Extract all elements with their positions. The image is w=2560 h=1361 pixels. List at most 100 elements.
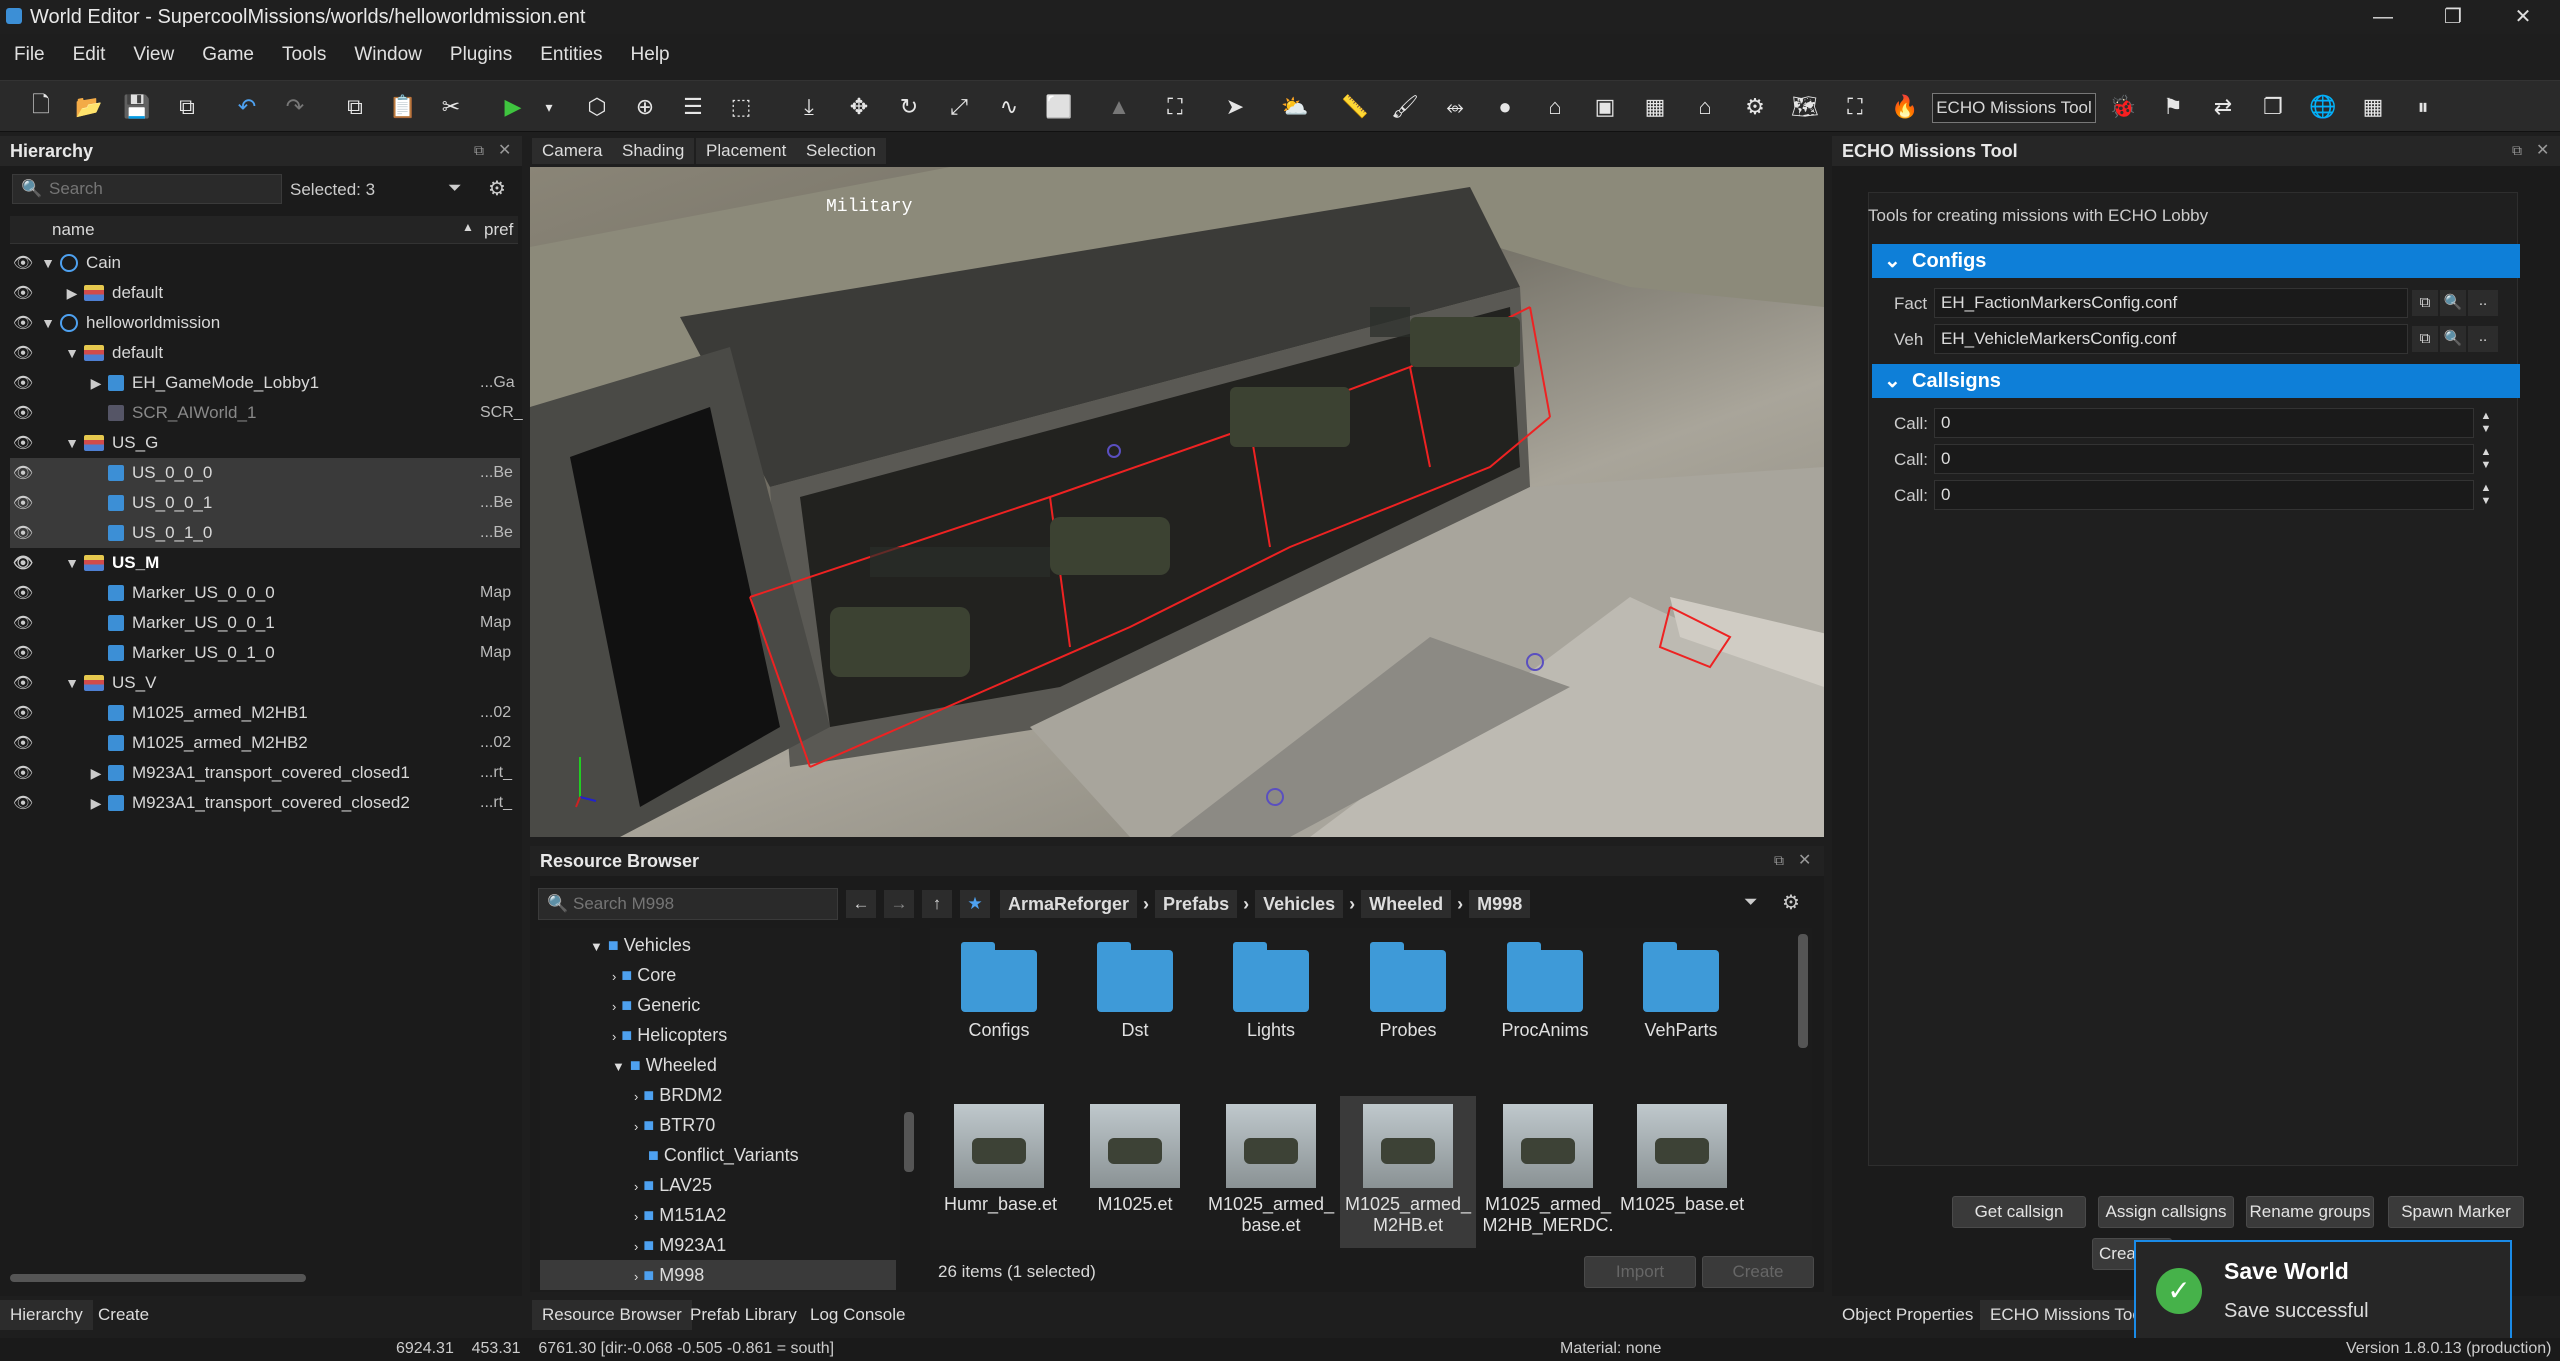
callsign-field-1[interactable]: 0 [1934, 408, 2474, 438]
asset-m1025-armed-base[interactable]: M1025_armed_ base.et [1208, 1104, 1334, 1236]
tab-echo-missions-tool[interactable]: ECHO Missions Tool [1980, 1300, 2156, 1330]
asset-m1025[interactable]: M1025.et [1080, 1104, 1190, 1215]
eye-icon[interactable]: 👁 [10, 313, 36, 333]
back-arrow-icon[interactable]: ← [846, 890, 876, 918]
faction-config-field[interactable]: EH_FactionMarkersConfig.conf [1934, 288, 2408, 318]
tree-item-generic[interactable]: › ■ Generic [540, 990, 900, 1020]
callsign-field-3[interactable]: 0 [1934, 480, 2474, 510]
open-folder-icon[interactable]: 📂 [70, 89, 108, 125]
gear-icon[interactable]: ⚙ [488, 176, 506, 201]
fire-icon[interactable]: 🔥 [1886, 89, 1924, 125]
tree-row-cain[interactable]: 👁 ▼ Cain [10, 248, 520, 278]
menu-tools[interactable]: Tools [268, 44, 340, 66]
menu-game[interactable]: Game [188, 44, 268, 66]
column-pref[interactable]: pref [484, 220, 513, 240]
viewport-tab-shading[interactable]: Shading [612, 138, 695, 164]
close-panel-icon[interactable]: ✕ [2536, 140, 2549, 160]
breadcrumb-item[interactable]: M998 [1469, 890, 1531, 918]
tree-row-us-0-0-1[interactable]: 👁 US_0_0_1 ...Be [10, 488, 520, 518]
echo-missions-tool-button[interactable]: ECHO Missions Tool [1932, 93, 2096, 123]
asset-humr-base[interactable]: Humr_base.et [944, 1104, 1057, 1215]
curve-icon[interactable]: ∿ [990, 89, 1028, 125]
chevron-right-icon[interactable]: ▶ [84, 765, 108, 782]
forward-arrow-icon[interactable]: → [884, 890, 914, 918]
chevron-down-icon[interactable]: ▼ [60, 435, 84, 451]
gear-icon[interactable]: ⚙ [1782, 890, 1800, 915]
tree-row-marker-0-0-0[interactable]: 👁 Marker_US_0_0_0 Map [10, 578, 520, 608]
tree-item-brdm2[interactable]: › ■ BRDM2 [540, 1080, 900, 1110]
tree-row-m923a1-2[interactable]: 👁 ▶ M923A1_transport_covered_closed2 ...rt_ [10, 788, 520, 818]
brush-icon[interactable]: 🖌 [1386, 89, 1424, 125]
search-icon[interactable]: 🔍 [2440, 326, 2466, 352]
viewport-tab-camera[interactable]: Camera [532, 138, 613, 164]
navigate-icon[interactable]: ➤ [1216, 89, 1254, 125]
tree-row-marker-0-1-0[interactable]: 👁 Marker_US_0_1_0 Map [10, 638, 520, 668]
move-icon[interactable]: ✥ [840, 89, 878, 125]
eye-icon[interactable]: 👁 [10, 643, 36, 663]
redo-icon[interactable]: ↷ [276, 89, 314, 125]
terrain-icon[interactable]: ▲ [1100, 89, 1138, 125]
play-icon[interactable]: ▶ [494, 89, 532, 125]
eye-icon[interactable]: 👁 [10, 433, 36, 453]
browse-button[interactable]: .. [2468, 326, 2498, 352]
breadcrumb-item[interactable]: Wheeled [1361, 890, 1452, 918]
tree-row-us-v[interactable]: 👁 ▼ US_V [10, 668, 520, 698]
favorite-star-icon[interactable]: ★ [960, 890, 990, 918]
chevron-down-icon[interactable]: ▼ [60, 675, 84, 691]
filter-icon[interactable]: ⏷ [1744, 892, 1758, 912]
tree-row-default-layer[interactable]: 👁 ▼ default [10, 338, 520, 368]
eye-icon[interactable]: 👁 [10, 343, 36, 363]
search-icon[interactable]: 🔍 [2440, 290, 2466, 316]
import-button[interactable]: Import [1584, 1256, 1696, 1288]
spawn-marker-button[interactable]: Spawn Marker [2388, 1196, 2524, 1228]
tree-row-aiworld[interactable]: 👁 SCR_AIWorld_1 SCR_ [10, 398, 523, 428]
eye-icon[interactable]: 👁 [10, 583, 36, 603]
menu-edit[interactable]: Edit [59, 44, 120, 66]
chevron-right-icon[interactable]: ▶ [60, 285, 84, 302]
tab-object-properties[interactable]: Object Properties [1832, 1300, 1983, 1330]
eye-icon[interactable]: 👁 [10, 373, 36, 393]
save-icon[interactable]: 💾 [118, 89, 156, 125]
menu-window[interactable]: Window [340, 44, 436, 66]
building-icon[interactable]: ▦ [1636, 89, 1674, 125]
tab-hierarchy[interactable]: Hierarchy [0, 1300, 93, 1330]
menu-file[interactable]: File [0, 44, 59, 66]
hierarchy-search[interactable]: 🔍 [12, 174, 282, 204]
breadcrumb-item[interactable]: Prefabs [1155, 890, 1238, 918]
hierarchy-search-input[interactable] [49, 178, 273, 200]
flag-icon[interactable]: ⚑ [2154, 89, 2192, 125]
tree-item-conflict-variants[interactable]: ■ Conflict_Variants [540, 1140, 900, 1170]
browse-button[interactable]: .. [2468, 290, 2498, 316]
eye-icon[interactable]: 👁 [10, 613, 36, 633]
scale-icon[interactable]: ⤢ [940, 89, 978, 125]
spinner-arrows-icon[interactable]: ▲ ▼ [2476, 446, 2496, 472]
tree-item-m151a2[interactable]: › ■ M151A2 [540, 1200, 900, 1230]
swap-icon[interactable]: ⇄ [2204, 89, 2242, 125]
breadcrumb-item[interactable]: ArmaReforger [1000, 890, 1138, 918]
close-button[interactable]: ✕ [2488, 2, 2558, 32]
tab-resource-browser[interactable]: Resource Browser [532, 1300, 692, 1330]
chevron-down-icon[interactable]: ▼ [60, 555, 84, 571]
tree-item-vehicles[interactable]: ▼ ■ Vehicles [540, 930, 900, 960]
folder-vehparts[interactable]: VehParts [1626, 942, 1736, 1041]
stack-icon[interactable]: ❐ [2254, 89, 2292, 125]
rotate-icon[interactable]: ↻ [890, 89, 928, 125]
tree-item-lav25[interactable]: › ■ LAV25 [540, 1170, 900, 1200]
asset-m1025-base[interactable]: M1025_base.et [1620, 1104, 1744, 1215]
paste-icon[interactable]: 📋 [384, 89, 422, 125]
tree-item-core[interactable]: › ■ Core [540, 960, 900, 990]
close-panel-icon[interactable]: ✕ [498, 140, 511, 160]
tab-log-console[interactable]: Log Console [800, 1300, 915, 1330]
menu-help[interactable]: Help [617, 44, 684, 66]
box-icon[interactable]: ▣ [1586, 89, 1624, 125]
eye-icon[interactable]: 👁 [10, 733, 36, 753]
folder-probes[interactable]: Probes [1353, 942, 1463, 1041]
eye-icon[interactable]: 👁 [10, 463, 36, 483]
tree-row-helloworldmission[interactable]: 👁 ▼ helloworldmission [10, 308, 520, 338]
chevron-down-icon[interactable]: ▼ [60, 345, 84, 361]
export-icon[interactable]: ⧉ [168, 89, 206, 125]
target-icon[interactable]: ⊕ [626, 89, 664, 125]
configs-section[interactable]: ⌄ Configs [1872, 244, 2520, 278]
chevron-right-icon[interactable]: ▶ [84, 375, 108, 392]
snap-icon[interactable]: ⬚ [722, 89, 760, 125]
